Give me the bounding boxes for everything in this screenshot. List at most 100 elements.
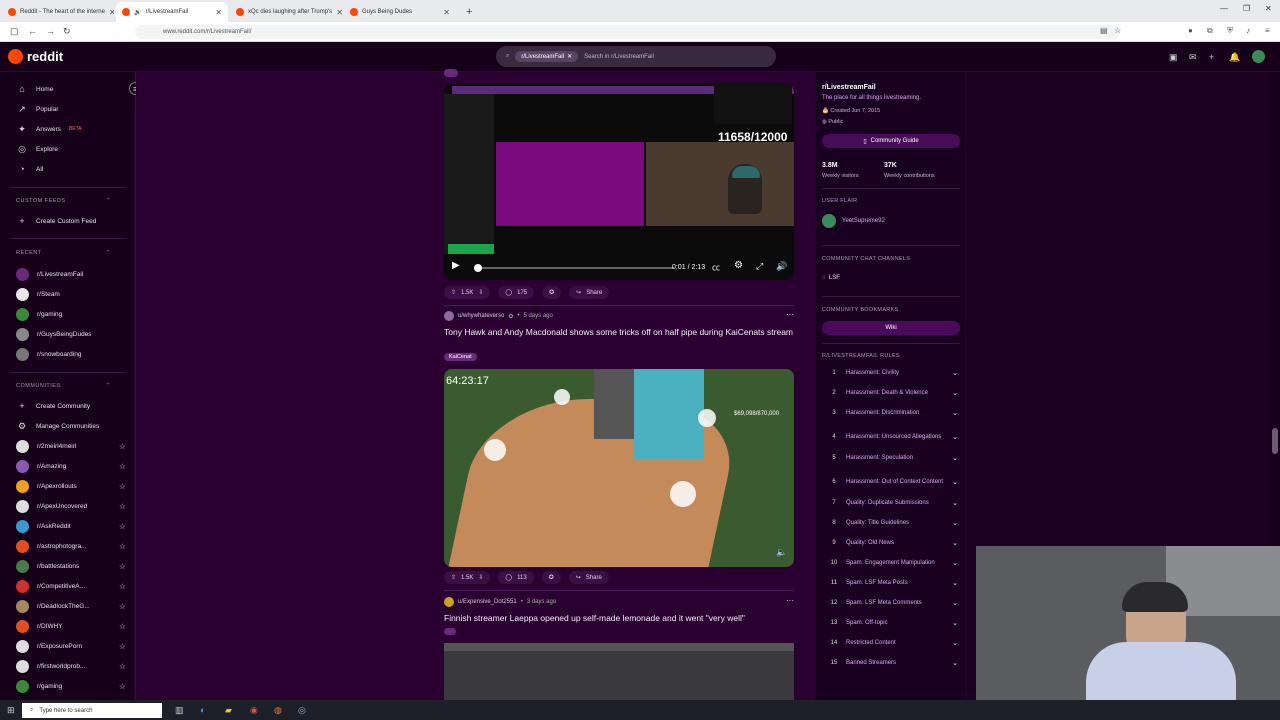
favorite-star-icon[interactable]: ☆ <box>119 522 126 531</box>
post-video-thumbnail[interactable] <box>444 643 794 700</box>
post-author[interactable]: u/Expensive_Dot2551 <box>458 599 517 605</box>
favorite-star-icon[interactable]: ☆ <box>119 602 126 611</box>
share-button[interactable]: ↪ Share <box>568 571 609 584</box>
browser-tab-active[interactable]: 🔊 r/LivestreamFail ✕ <box>116 2 228 22</box>
windows-start-icon[interactable]: ⊞ <box>7 705 15 716</box>
recent-community-item[interactable]: r/GuysBeingDudes <box>16 325 126 343</box>
manage-communities[interactable]: ⚙ Manage Communities <box>16 417 126 435</box>
recent-community-item[interactable]: r/gaming <box>16 305 126 323</box>
community-item[interactable]: r/DeadlockTheG... ☆ <box>16 597 126 615</box>
video-progress-track[interactable] <box>474 264 674 272</box>
community-item[interactable]: r/astrophotogra... ☆ <box>16 537 126 555</box>
comments-button[interactable]: ◯ 175 <box>498 286 535 299</box>
rule-item[interactable]: 3 Harassment: Discrimination ⌄ <box>822 407 958 419</box>
close-tab-icon[interactable]: ✕ <box>215 8 222 17</box>
maximize-icon[interactable]: ❐ <box>1243 4 1250 13</box>
menu-icon[interactable]: ≡ <box>1265 26 1270 35</box>
mute-icon[interactable]: 🔈 <box>776 547 787 558</box>
post-title[interactable]: Tony Hawk and Andy Macdonald shows some … <box>444 326 796 338</box>
file-explorer-icon[interactable]: ▰ <box>225 705 232 716</box>
favorite-star-icon[interactable]: ☆ <box>119 562 126 571</box>
steam-icon[interactable]: ◎ <box>298 705 306 716</box>
author-avatar[interactable] <box>444 311 454 321</box>
back-icon[interactable]: ← <box>28 26 37 36</box>
favorite-star-icon[interactable]: ☆ <box>119 482 126 491</box>
create-custom-feed[interactable]: + Create Custom Feed <box>16 212 126 230</box>
author-avatar[interactable] <box>444 597 454 607</box>
nav-explore[interactable]: ◎ Explore <box>16 140 126 158</box>
vote-pill[interactable]: ⇧ 1.5K ⇩ <box>444 571 491 584</box>
rule-item[interactable]: 4 Harassment: Unsourced Allegations ⌄ <box>822 427 958 447</box>
nav-popular[interactable]: ↗ Popular <box>16 100 126 118</box>
chat-icon[interactable]: ✉ <box>1189 52 1197 63</box>
search-community-chip[interactable]: r/LivestreamFail ✕ <box>515 51 579 62</box>
rule-item[interactable]: 12 Spam: LSF Meta Comments ⌄ <box>822 597 958 609</box>
rule-item[interactable]: 14 Restricted Content ⌄ <box>822 637 958 649</box>
user-avatar[interactable] <box>1252 50 1265 63</box>
close-tab-icon[interactable]: ✕ <box>336 8 342 17</box>
custom-feeds-heading[interactable]: CUSTOM FEEDS ⌃ <box>16 198 111 204</box>
extension-icon[interactable]: ● <box>1188 26 1193 35</box>
notifications-icon[interactable]: 🔔 <box>1229 52 1240 63</box>
rule-item[interactable]: 6 Harassment: Out of Context Content ⌄ <box>822 472 958 492</box>
browser-tab[interactable]: Reddit - The heart of the interne ✕ <box>2 2 114 22</box>
rule-item[interactable]: 1 Harassment: Civility ⌄ <box>822 367 958 379</box>
community-item[interactable]: r/AskReddit ☆ <box>16 517 126 535</box>
reddit-logo[interactable]: reddit <box>8 49 63 64</box>
sidebar-toggle-icon[interactable]: ▢ <box>10 26 19 37</box>
community-item[interactable]: r/firstworldprob... ☆ <box>16 657 126 675</box>
url-field[interactable]: www.reddit.com/r/LivestreamFail/ <box>135 25 1120 39</box>
rule-item[interactable]: 5 Harassment: Speculation ⌄ <box>822 452 958 464</box>
upvote-icon[interactable]: ⇧ <box>451 289 456 296</box>
create-community[interactable]: + Create Community <box>16 397 126 415</box>
vote-pill[interactable]: ⇧ 1.5K ⇩ <box>444 286 491 299</box>
edge-icon[interactable]: ◐ <box>200 705 205 715</box>
reload-icon[interactable]: ↻ <box>63 26 71 37</box>
chevron-down-icon[interactable]: ⌄ <box>948 539 958 547</box>
community-item[interactable]: r/ExposurePorn ☆ <box>16 637 126 655</box>
community-item[interactable]: r/Amazing ☆ <box>16 457 126 475</box>
scrollbar-thumb[interactable] <box>1272 428 1278 454</box>
award-button[interactable]: ✪ <box>542 286 562 299</box>
browser-tab[interactable]: xQc dies laughing after Trump's ✕ <box>230 2 342 22</box>
settings-gear-icon[interactable]: ⚙ <box>734 260 743 271</box>
chevron-down-icon[interactable]: ⌄ <box>948 389 958 397</box>
post-overflow-icon[interactable]: ⋯ <box>786 596 794 605</box>
play-icon[interactable]: ▶ <box>452 260 460 271</box>
chevron-down-icon[interactable]: ⌄ <box>948 639 958 647</box>
chip-close-icon[interactable]: ✕ <box>567 53 572 60</box>
chevron-down-icon[interactable]: ⌄ <box>948 659 958 667</box>
close-tab-icon[interactable]: ✕ <box>443 8 450 17</box>
recent-heading[interactable]: RECENT ⌃ <box>16 250 111 256</box>
wiki-button[interactable]: Wiki <box>822 321 960 335</box>
nav-answers[interactable]: ✦ Answers BETA <box>16 120 126 138</box>
favorite-star-icon[interactable]: ☆ <box>119 622 126 631</box>
downvote-icon[interactable]: ⇩ <box>478 574 483 581</box>
community-item[interactable]: r/Apexrollouts ☆ <box>16 477 126 495</box>
post-title[interactable]: Finnish streamer Laeppa opened up self-m… <box>444 612 796 624</box>
video-scrubber[interactable] <box>474 264 482 272</box>
chevron-down-icon[interactable]: ⌄ <box>948 433 958 441</box>
community-guide-button[interactable]: ▯ Community Guide <box>822 134 960 148</box>
close-window-icon[interactable]: ✕ <box>1265 4 1272 13</box>
recent-community-item[interactable]: r/snowboarding <box>16 345 126 363</box>
browser-tab[interactable]: Guys Being Dudes ✕ <box>344 2 456 22</box>
minimize-icon[interactable]: — <box>1220 4 1228 13</box>
post-video-player[interactable]: 11658/12000 ▶ 0:01 / 2:13 ㏄ ⚙ ⤢ 🔊 <box>444 84 794 280</box>
close-tab-icon[interactable]: ✕ <box>109 8 114 17</box>
rule-item[interactable]: 13 Spam: Off-topic ⌄ <box>822 617 958 629</box>
firefox-icon[interactable]: ◍ <box>274 705 282 716</box>
rule-item[interactable]: 2 Harassment: Death & Violence ⌄ <box>822 387 958 399</box>
community-item[interactable]: r/gaming ☆ <box>16 677 126 695</box>
forward-icon[interactable]: → <box>46 26 55 36</box>
volume-icon[interactable]: 🔊 <box>776 261 787 272</box>
rule-item[interactable]: 11 Spam: LSF Meta Posts ⌄ <box>822 577 958 589</box>
chevron-down-icon[interactable]: ⌄ <box>948 454 958 462</box>
recent-community-item[interactable]: r/LivestreamFail <box>16 265 126 283</box>
chevron-down-icon[interactable]: ⌄ <box>948 409 958 417</box>
communities-heading[interactable]: COMMUNITIES ⌃ <box>16 383 111 389</box>
post-video-thumbnail[interactable]: 64:23:17 $69,098/870,000 🔈 <box>444 369 794 567</box>
comments-button[interactable]: ◯ 113 <box>498 571 534 584</box>
favorite-star-icon[interactable]: ☆ <box>119 662 126 671</box>
chevron-down-icon[interactable]: ⌄ <box>948 579 958 587</box>
